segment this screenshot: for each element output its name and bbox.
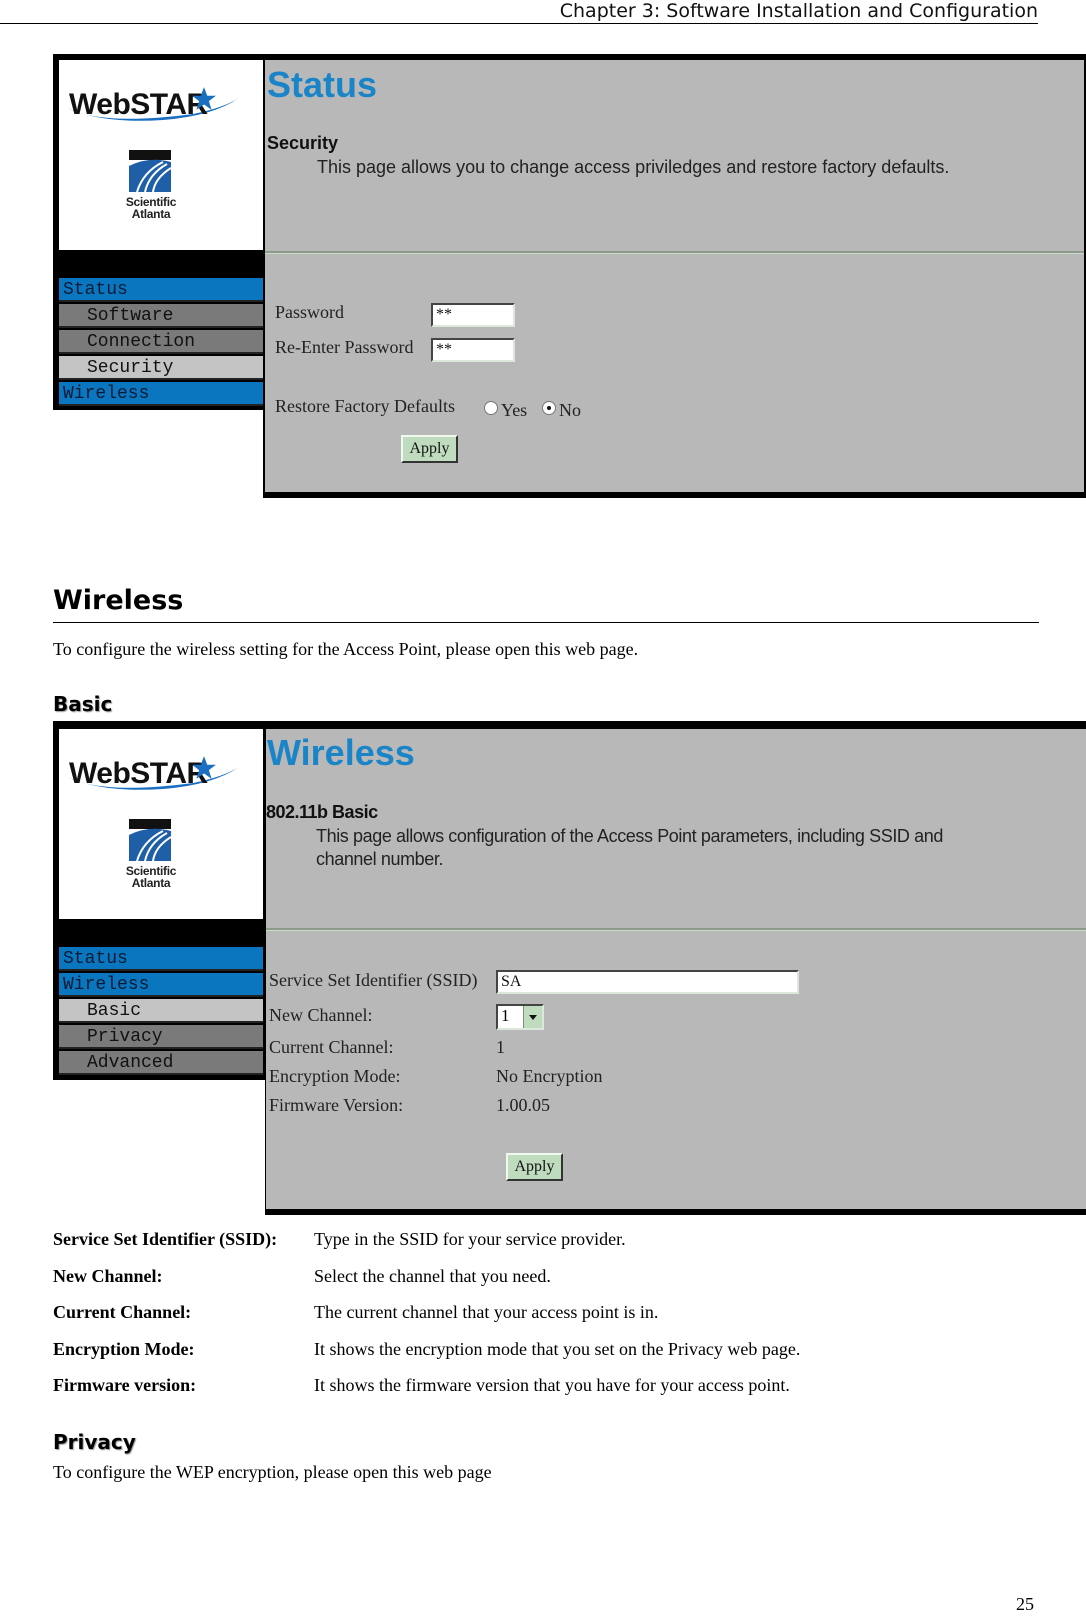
restore-yes-radio[interactable] — [484, 401, 498, 415]
nav-item-status[interactable]: Status — [59, 278, 263, 302]
encryption-mode-value: No Encryption — [496, 1066, 603, 1086]
new-channel-label: New Channel: — [269, 1005, 373, 1025]
page-description: This page allows you to change access pr… — [317, 157, 950, 177]
ssid-input[interactable] — [496, 970, 799, 994]
page-title: Status — [267, 64, 378, 105]
wireless-basic-screenshot: WebSTAR Scientific Atlanta Status Wirele… — [53, 721, 1086, 1215]
blank-area — [53, 410, 263, 498]
wireless-content-panel: Wireless 802.11b Basic This page allows … — [266, 729, 1086, 1209]
chevron-down-icon[interactable] — [523, 1006, 542, 1028]
definition-desc: It shows the firmware version that you h… — [314, 1375, 790, 1395]
restore-no-label: No — [559, 400, 581, 420]
nav-item-advanced[interactable]: Advanced — [59, 1051, 263, 1075]
definition-term: Current Channel: — [53, 1302, 192, 1322]
apply-button[interactable]: Apply — [401, 435, 458, 463]
current-channel-value: 1 — [496, 1037, 505, 1057]
restore-defaults-label: Restore Factory Defaults — [275, 396, 455, 416]
restore-no-radio[interactable] — [542, 401, 556, 415]
section-heading-wireless: Wireless — [53, 585, 184, 616]
webstar-logo: WebSTAR — [69, 757, 208, 790]
section-rule — [53, 622, 1039, 623]
blank-area — [53, 1080, 265, 1215]
section-heading-privacy: Privacy — [53, 1430, 136, 1454]
scientific-atlanta-text: Scientific Atlanta — [125, 195, 177, 221]
page-subtitle: Security — [267, 133, 339, 153]
nav-item-connection[interactable]: Connection — [59, 330, 263, 354]
firmware-version-label: Firmware Version: — [269, 1095, 404, 1115]
header-rule — [0, 23, 1038, 24]
nav-header-band — [59, 919, 263, 947]
page-subtitle: 802.11b Basic — [266, 802, 378, 822]
current-channel-label: Current Channel: — [269, 1037, 394, 1057]
wireless-intro: To configure the wireless setting for th… — [53, 639, 639, 659]
new-channel-select[interactable]: 1 — [496, 1004, 544, 1030]
nav-item-basic[interactable]: Basic — [59, 999, 263, 1023]
security-content-panel: Status Security This page allows you to … — [265, 60, 1084, 492]
password-label: Password — [275, 302, 345, 322]
star-icon — [192, 87, 216, 110]
password-input[interactable] — [431, 303, 515, 327]
page-title: Wireless — [267, 732, 415, 773]
definition-desc: Select the channel that you need. — [314, 1266, 551, 1286]
definition-term: Service Set Identifier (SSID): — [53, 1229, 278, 1249]
scientific-atlanta-logo-icon — [129, 819, 171, 861]
nav-item-security[interactable]: Security — [59, 356, 263, 380]
webstar-logo: WebSTAR — [69, 88, 208, 121]
apply-button[interactable]: Apply — [506, 1153, 563, 1181]
nav-header-band — [59, 250, 263, 278]
scientific-atlanta-logo-icon — [129, 150, 171, 192]
section-heading-basic: Basic — [53, 692, 113, 716]
logo-pane: WebSTAR Scientific Atlanta — [59, 729, 263, 919]
privacy-intro: To configure the WEP encryption, please … — [53, 1462, 492, 1482]
definition-desc: Type in the SSID for your service provid… — [314, 1229, 626, 1249]
scientific-atlanta-text: Scientific Atlanta — [125, 864, 177, 890]
divider — [265, 251, 1084, 254]
page-description-line1: This page allows configuration of the Ac… — [316, 826, 943, 846]
chapter-header: Chapter 3: Software Installation and Con… — [559, 0, 1038, 22]
nav-item-wireless[interactable]: Wireless — [59, 973, 263, 997]
encryption-mode-label: Encryption Mode: — [269, 1066, 401, 1086]
nav-item-wireless[interactable]: Wireless — [59, 382, 263, 406]
definition-term: Encryption Mode: — [53, 1339, 195, 1359]
firmware-version-value: 1.00.05 — [496, 1095, 550, 1115]
nav-item-software[interactable]: Software — [59, 304, 263, 328]
reenter-password-input[interactable] — [431, 338, 515, 362]
page-description-line2: channel number. — [316, 849, 444, 869]
restore-yes-label: Yes — [501, 400, 528, 420]
nav-item-privacy[interactable]: Privacy — [59, 1025, 263, 1049]
star-icon — [192, 756, 216, 779]
reenter-password-label: Re-Enter Password — [275, 337, 414, 357]
definition-term: New Channel: — [53, 1266, 163, 1286]
ssid-label: Service Set Identifier (SSID) — [269, 970, 478, 990]
nav-item-status[interactable]: Status — [59, 947, 263, 971]
definition-desc: It shows the encryption mode that you se… — [314, 1339, 801, 1359]
security-screenshot: WebSTAR Scientific Atlanta Status Softwa… — [53, 54, 1086, 498]
definition-desc: The current channel that your access poi… — [314, 1302, 659, 1322]
page-number: 25 — [1016, 1594, 1034, 1614]
divider — [266, 928, 1086, 931]
logo-pane: WebSTAR Scientific Atlanta — [59, 60, 263, 250]
new-channel-value: 1 — [501, 1006, 510, 1025]
definition-term: Firmware version: — [53, 1375, 197, 1395]
